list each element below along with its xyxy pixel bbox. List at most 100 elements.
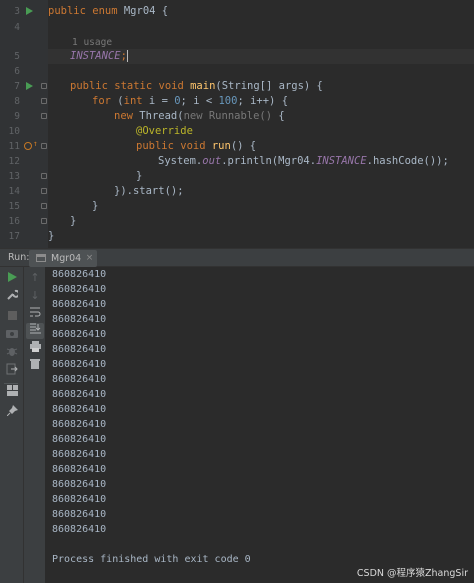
usage-hint-text: 1 usage [72,37,113,48]
gutter-line: 3 [0,4,48,19]
code-line[interactable]: } [48,229,474,244]
line-number: 14 [8,186,20,197]
gutter-line: 16 [0,214,48,229]
exit-icon[interactable] [3,363,21,379]
fold-marker-icon[interactable] [41,203,47,209]
code-token: ; i++) { [237,95,289,107]
soft-wrap-icon[interactable] [26,306,44,322]
output-line: 860826410 [52,509,107,520]
code-line-current[interactable]: INSTANCE; [48,49,474,64]
line-number: 8 [14,96,20,107]
code-token: main [190,80,216,92]
output-line: 860826410 [52,419,107,430]
gutter-line: 8 [0,94,48,109]
code-token: }).start(); [114,185,184,197]
gutter-line: 11 ↑ [0,139,48,154]
up-arrow-icon[interactable]: ↑ [26,270,44,286]
code-token: for [92,95,118,107]
code-token: INSTANCE [316,155,367,167]
code-token: public static void [70,80,191,92]
watermark: CSDN @程序猿ZhangSir [356,568,468,579]
code-line[interactable]: @Override [48,124,474,139]
code-line[interactable]: } [48,214,474,229]
run-panel-header: Run: Mgr04 × [0,248,474,267]
application-window-icon [36,254,46,262]
toolbar-separator [4,383,18,384]
code-line[interactable]: public void run() { [48,139,474,154]
code-line[interactable]: } [48,169,474,184]
line-number: 4 [14,22,20,33]
code-token: .hashCode()); [366,155,449,167]
fold-marker-icon[interactable] [41,98,47,104]
code-token: System. [158,155,203,167]
output-line: 860826410 [52,374,107,385]
gutter-line: 12 [0,154,48,169]
fold-marker-icon[interactable] [41,113,47,119]
debug-icon[interactable] [3,345,21,361]
run-gutter-icon[interactable] [26,82,33,90]
code-area[interactable]: public enum Mgr04 { 1 usage INSTANCE; pu… [48,0,474,248]
layout-icon[interactable] [3,385,21,401]
scroll-to-end-icon[interactable] [26,323,44,339]
code-token: .println(Mgr04. [221,155,317,167]
run-panel-label: Run: [8,252,30,263]
line-number: 7 [14,81,20,92]
code-line[interactable]: new Thread(new Runnable() { [48,109,474,124]
fold-marker-icon[interactable] [41,218,47,224]
stop-icon[interactable] [3,309,21,325]
output-line: 860826410 [52,344,107,355]
gutter-line: 14 [0,184,48,199]
run-toolbar-primary [0,267,24,583]
run-tab-mgr04[interactable]: Mgr04 × [29,250,98,267]
fold-marker-icon[interactable] [41,83,47,89]
editor-gutter: 3 4 5 6 7 8 9 10 11 ↑ 12 13 14 15 16 17 [0,0,48,248]
output-line: 860826410 [52,449,107,460]
fold-marker-icon[interactable] [41,188,47,194]
run-gutter-icon[interactable] [26,7,33,15]
code-token: } [136,170,143,182]
fold-marker-icon[interactable] [41,173,47,179]
code-line[interactable]: public static void main(String[] args) { [48,79,474,94]
code-editor[interactable]: 3 4 5 6 7 8 9 10 11 ↑ 12 13 14 15 16 17 … [0,0,474,248]
code-token: @Override [136,125,193,137]
override-marker-icon[interactable] [24,142,32,150]
code-token: Thread( [139,110,184,122]
print-icon[interactable] [26,341,44,357]
code-line[interactable]: for (int i = 0; i < 100; i++) { [48,94,474,109]
close-tab-icon[interactable]: × [86,250,94,267]
console-output[interactable]: 860826410 860826410 860826410 860826410 … [46,267,474,583]
code-line[interactable]: } [48,199,474,214]
trash-icon[interactable] [26,358,44,374]
camera-icon[interactable] [3,327,21,343]
usage-hint[interactable]: 1 usage [72,35,474,50]
code-line[interactable]: }).start(); [48,184,474,199]
line-number: 17 [8,231,20,242]
wrench-icon[interactable] [3,289,21,305]
rerun-icon[interactable] [3,271,21,287]
output-line: 860826410 [52,359,107,370]
code-token: ; i < [180,95,219,107]
code-line[interactable]: System.out.println(Mgr04.INSTANCE.hashCo… [48,154,474,169]
fold-marker-icon[interactable] [41,143,47,149]
output-line: 860826410 [52,284,107,295]
gutter-line: 17 [0,229,48,244]
code-token: } [70,215,77,227]
output-line: 860826410 [52,299,107,310]
line-number: 11 [8,141,20,152]
output-line: 860826410 [52,434,107,445]
code-token: } [48,230,55,242]
gutter-line: 10 [0,124,48,139]
down-arrow-icon[interactable]: ↓ [26,288,44,304]
code-token: public enum [48,5,124,17]
line-number: 5 [14,51,20,62]
run-tab-label: Mgr04 [51,253,82,264]
code-line[interactable]: public enum Mgr04 { [48,4,474,19]
gutter-line: 7 [0,79,48,94]
gutter-line: 6 [0,64,48,79]
gutter-line: 4 [0,20,48,35]
pin-icon[interactable] [3,405,21,421]
line-number: 6 [14,66,20,77]
process-exit-message: Process finished with exit code 0 [52,554,251,565]
code-token: new [114,110,140,122]
code-token: 100 [218,95,238,107]
